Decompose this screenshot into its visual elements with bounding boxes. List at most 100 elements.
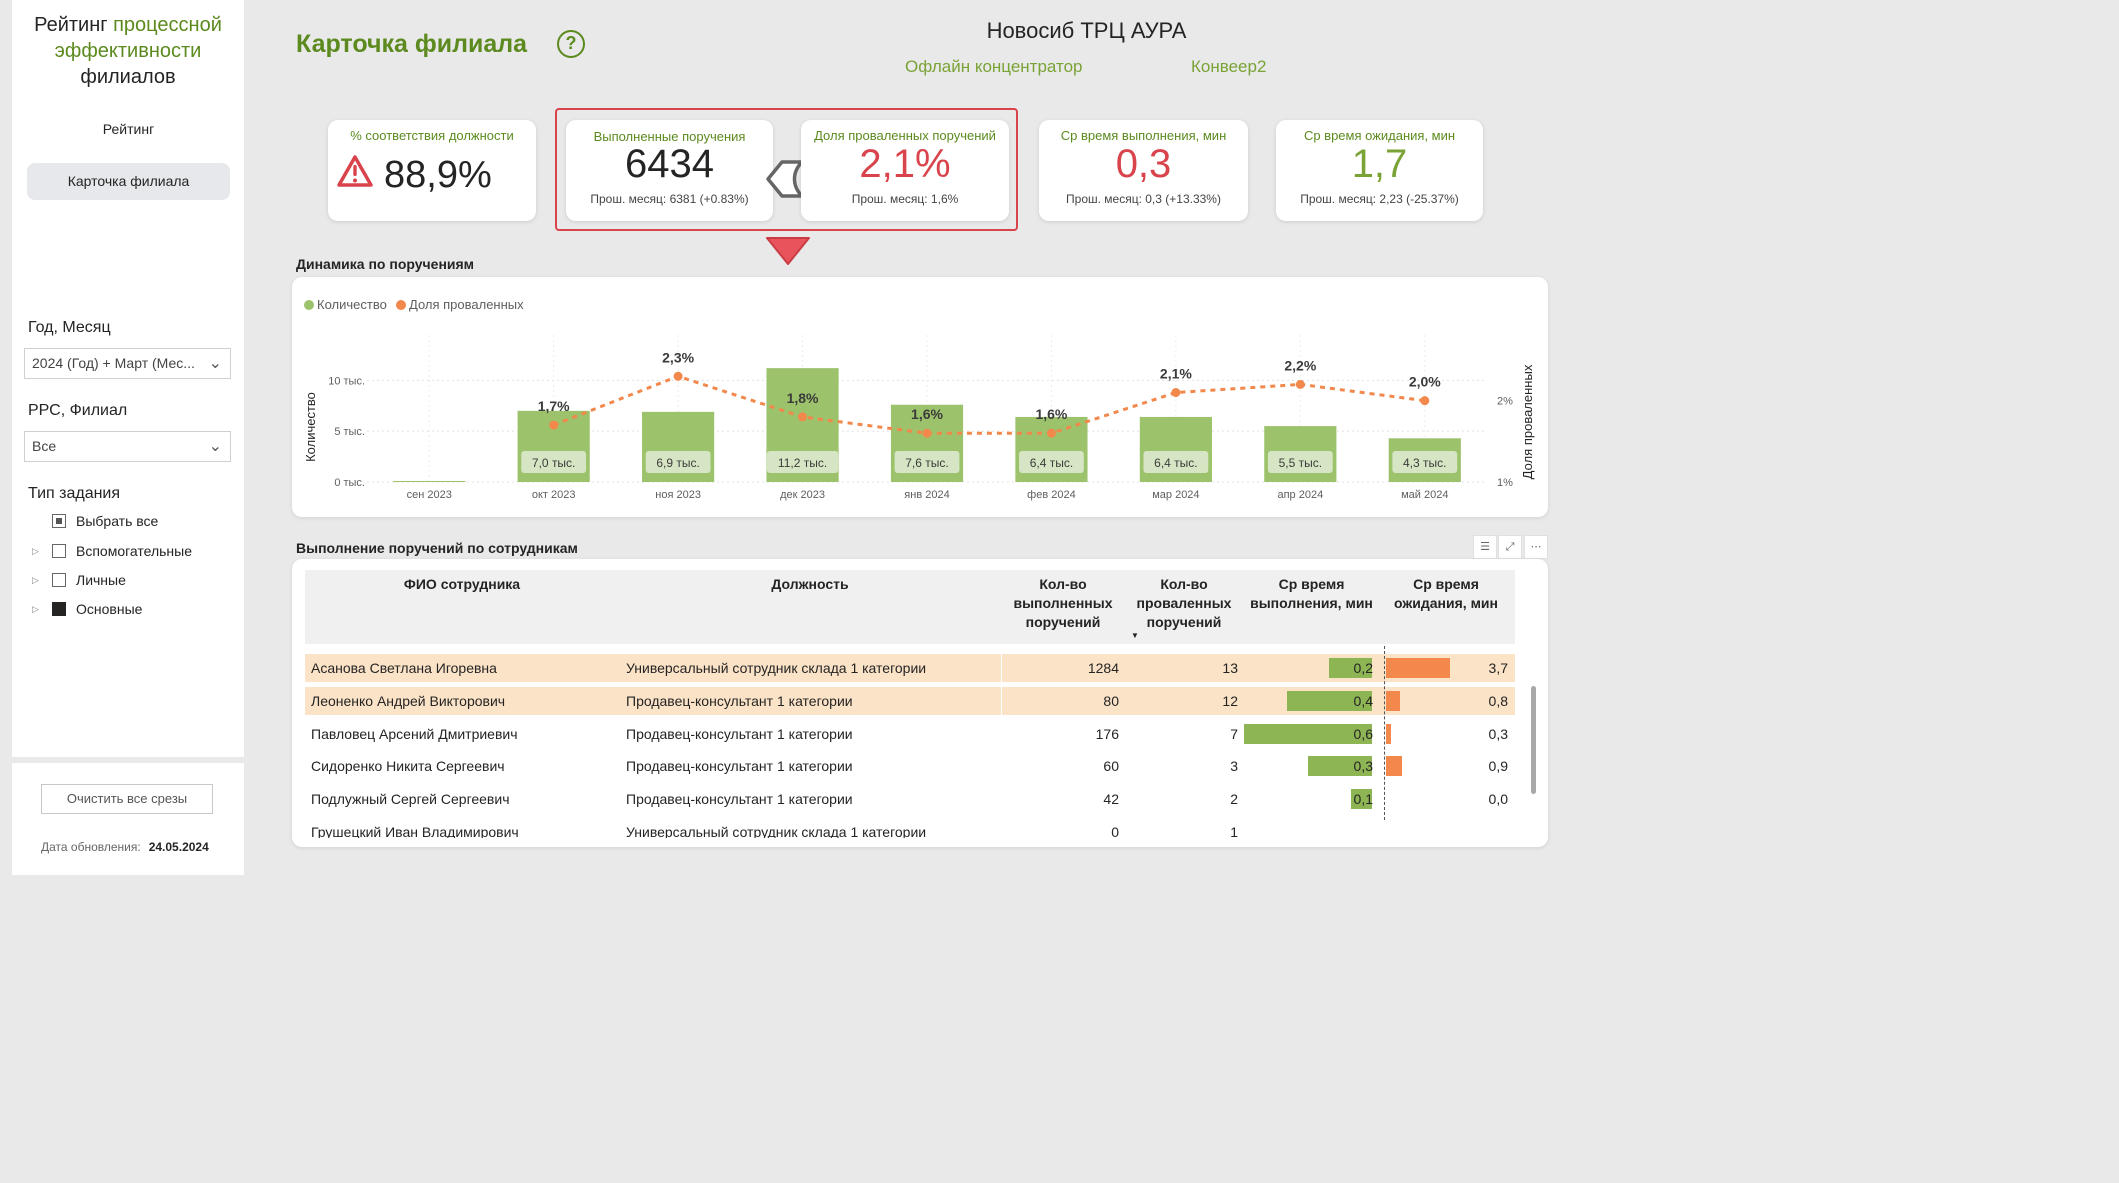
cell-name: Леоненко Андрей Викторович: [311, 693, 506, 709]
clear-filters-button[interactable]: Очистить все срезы: [41, 784, 213, 814]
cell-name: Павловец Арсений Дмитриевич: [311, 726, 518, 742]
y-tick-label: 10 тыс.: [328, 375, 365, 387]
legend-label: Доля проваленных: [409, 297, 524, 312]
cell-done: 0: [1111, 824, 1119, 838]
page-title: Карточка филиала: [296, 30, 528, 58]
branch-format: Офлайн концентратор: [905, 57, 1083, 76]
branch-dropdown-value: Все: [32, 438, 57, 454]
more-options-icon[interactable]: ⋯: [1524, 535, 1548, 559]
line-point: [1171, 388, 1181, 398]
help-icon[interactable]: ?: [557, 30, 585, 58]
table-row[interactable]: Грушецкий Иван Владимирович Универсальный…: [305, 818, 1515, 838]
cell-position: Продавец-консультант 1 категории: [626, 726, 853, 742]
task-type-filter-label: Тип задания: [28, 485, 121, 502]
bar-data-label: 6,9 тыс.: [656, 456, 699, 470]
line-data-label: 1,6%: [1035, 406, 1067, 422]
bar-data-label: 6,4 тыс.: [1030, 456, 1073, 470]
table-row[interactable]: Подлужный Сергей Сергеевич Продавец-консу…: [305, 785, 1515, 813]
report-title-part3: филиалов: [80, 66, 176, 88]
x-tick-label: дек 2023: [780, 489, 825, 501]
legend-marker: [396, 300, 406, 310]
chevron-down-icon: ⌄: [208, 438, 222, 455]
y2-axis-title: Доля проваленных: [1520, 364, 1535, 479]
x-tick-label: май 2024: [1401, 489, 1448, 501]
cell-failed: 3: [1230, 758, 1238, 774]
cell-wait: 0,0: [1488, 791, 1508, 807]
table-scrollbar[interactable]: [1531, 686, 1536, 794]
task-type-label: Вспомогательные: [76, 543, 193, 559]
cell-wait: 0,3: [1488, 726, 1508, 742]
cell-failed: 12: [1222, 693, 1238, 709]
y-axis-title: Количество: [303, 392, 318, 462]
cell-exec: 0,3: [1353, 758, 1373, 774]
dynamics-chart[interactable]: 0 тыс. 5 тыс. 10 тыс. 1% 2% Количество Доля пр…: [292, 277, 1548, 517]
line-point: [1295, 379, 1305, 389]
cell-position: Продавец-консультант 1 категории: [626, 791, 853, 807]
down-arrow-icon: [766, 237, 810, 265]
update-label: Дата обновления:: [41, 840, 141, 854]
cell-failed: 7: [1230, 726, 1238, 742]
task-type-label: Личные: [76, 572, 126, 588]
col-header-exec[interactable]: Ср время выполнения, мин: [1245, 575, 1378, 613]
expand-triangle-icon[interactable]: ▷: [32, 599, 39, 619]
kpi-highlight-frame: [555, 108, 1018, 231]
cell-position: Универсальный сотрудник склада 1 категор…: [626, 660, 927, 676]
nav-branch-card[interactable]: Карточка филиала: [27, 163, 230, 200]
col-header-wait[interactable]: Ср время ожидания, мин: [1385, 575, 1507, 613]
warning-icon: [337, 155, 373, 187]
cell-name: Подлужный Сергей Сергеевич: [311, 791, 510, 807]
legend-label: Количество: [317, 297, 387, 312]
cell-name: Сидоренко Никита Сергеевич: [311, 758, 505, 774]
checkbox-icon[interactable]: [52, 544, 66, 558]
expand-triangle-icon[interactable]: ▷: [32, 570, 39, 590]
table-row[interactable]: Павловец Арсений Дмитриевич Продавец-конс…: [305, 720, 1515, 748]
bar-data-label: 7,6 тыс.: [905, 456, 948, 470]
line-point: [549, 420, 559, 430]
col-header-name[interactable]: ФИО сотрудника: [362, 575, 562, 594]
y2-tick-label: 1%: [1497, 477, 1513, 489]
period-dropdown[interactable]: 2024 (Год) + Март (Мес... ⌄: [24, 348, 231, 379]
bar-data-label: 4,3 тыс.: [1403, 456, 1446, 470]
line-point: [922, 428, 932, 438]
cell-failed: 2: [1230, 791, 1238, 807]
focus-mode-icon[interactable]: ⤢: [1498, 535, 1522, 559]
col-header-done[interactable]: Кол-во выполненных поручений: [1005, 575, 1121, 632]
branch-dropdown[interactable]: Все ⌄: [24, 431, 231, 462]
bar-divider: [1384, 646, 1385, 820]
cell-exec: 0,2: [1353, 660, 1373, 676]
cell-wait: 3,7: [1488, 660, 1508, 676]
nav-rating[interactable]: Рейтинг: [27, 111, 230, 148]
checkbox-partial-icon[interactable]: [52, 514, 66, 528]
column-divider: [1001, 654, 1002, 682]
checkbox-icon[interactable]: [52, 573, 66, 587]
report-title: Рейтинг процессной эффективности филиало…: [12, 12, 244, 90]
kpi-title: % соответствия должности: [350, 128, 514, 143]
column-divider: [1001, 818, 1002, 838]
col-header-failed[interactable]: Кол-во проваленных поручений: [1126, 575, 1242, 632]
sort-desc-icon[interactable]: ▼: [1131, 631, 1139, 640]
column-divider: [1001, 720, 1002, 748]
x-tick-label: апр 2024: [1277, 489, 1323, 501]
cell-position: Универсальный сотрудник склада 1 категор…: [626, 824, 927, 838]
line-data-label: 2,0%: [1409, 374, 1441, 390]
x-tick-label: ноя 2023: [655, 489, 701, 501]
checkbox-checked-icon[interactable]: [52, 602, 66, 616]
legend-marker: [304, 300, 314, 310]
y-tick-label: 5 тыс.: [334, 426, 365, 438]
kpi-value: 88,9%: [384, 154, 492, 196]
expand-triangle-icon[interactable]: ▷: [32, 541, 39, 561]
col-header-position[interactable]: Должность: [710, 575, 910, 594]
table-header: ФИО сотрудника Должность Кол-во выполнен…: [305, 570, 1515, 644]
column-divider: [1001, 752, 1002, 780]
task-type-label: Основные: [76, 601, 143, 617]
line-data-label: 2,3%: [662, 349, 694, 365]
branch-name: Новосиб ТРЦ АУРА: [986, 18, 1187, 43]
table-row[interactable]: Сидоренко Никита Сергеевич Продавец-консу…: [305, 752, 1515, 780]
table-row[interactable]: Асанова Светлана Игоревна Универсальный с…: [305, 654, 1515, 682]
filter-icon[interactable]: ☰: [1473, 535, 1497, 559]
cell-exec: 0,1: [1353, 791, 1373, 807]
kpi-value: 1,7: [1351, 142, 1408, 186]
cell-done: 176: [1095, 726, 1119, 742]
bar-data-label: 5,5 тыс.: [1279, 456, 1322, 470]
table-row[interactable]: Леоненко Андрей Викторович Продавец-консу…: [305, 687, 1515, 715]
